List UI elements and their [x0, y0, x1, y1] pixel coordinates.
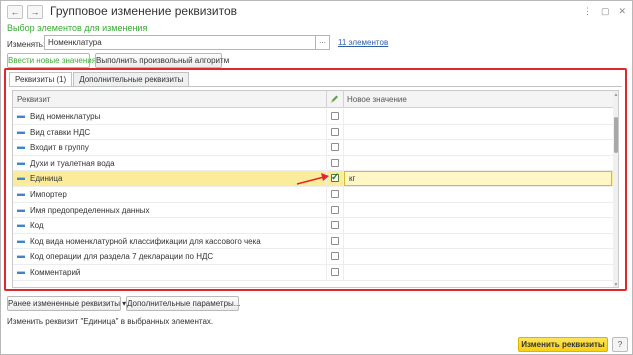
previous-attributes-label: Ранее измененные реквизиты — [8, 299, 120, 308]
group-edit-window: ← → Групповое изменение реквизитов ⋮ ▢ ✕… — [0, 0, 633, 355]
help-button[interactable]: ? — [612, 337, 628, 352]
apply-button[interactable]: Изменить реквизиты — [518, 337, 608, 352]
previous-attributes-button[interactable]: Ранее измененные реквизиты ▾ — [7, 296, 126, 311]
status-text: Изменить реквизит "Единица" в выбранных … — [7, 317, 214, 326]
additional-parameters-button[interactable]: Дополнительные параметры... — [126, 296, 240, 311]
